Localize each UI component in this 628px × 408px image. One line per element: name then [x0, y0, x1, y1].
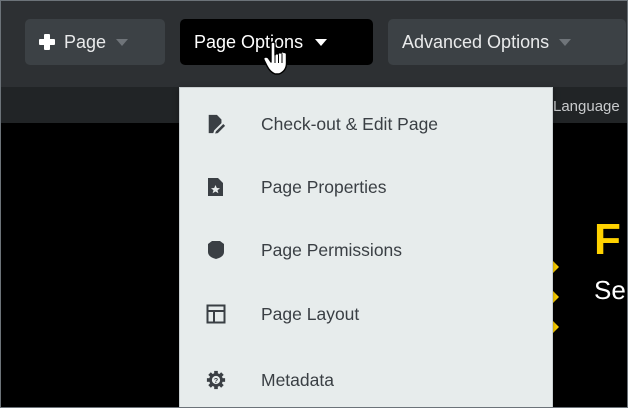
menu-item-label: Page Properties	[261, 176, 387, 197]
chevron-down-icon	[116, 38, 129, 46]
menu-item-page-layout[interactable]: Page Layout	[180, 284, 552, 344]
menu-item-label: Page Permissions	[261, 239, 403, 260]
menu-item-label: Metadata	[261, 369, 334, 390]
page-properties-icon	[206, 177, 226, 197]
menu-item-page-properties[interactable]: Page Properties	[180, 157, 552, 217]
language-selector[interactable]: Language	[553, 98, 620, 115]
chevron-down-icon	[559, 38, 572, 46]
chevron-down-icon	[315, 38, 328, 46]
plus-icon	[39, 34, 55, 50]
page-options-dropdown: Check-out & Edit Page Page Properties Pa…	[179, 87, 553, 407]
menu-item-label: Check-out & Edit Page	[261, 113, 439, 134]
svg-text:?: ?	[214, 376, 219, 385]
advanced-options-label: Advanced Options	[402, 31, 550, 52]
advanced-options-button[interactable]: Advanced Options	[388, 19, 626, 65]
edit-page-icon	[206, 114, 226, 134]
hand-cursor-icon	[263, 41, 288, 75]
menu-item-label: Page Layout	[261, 303, 360, 324]
layout-icon	[206, 304, 226, 324]
banner-headline: F	[594, 215, 621, 264]
add-page-button[interactable]: Page	[25, 19, 165, 65]
menu-item-page-permissions[interactable]: Page Permissions	[180, 220, 552, 280]
banner-subheadline: Se	[594, 275, 626, 305]
add-page-label: Page	[64, 31, 107, 52]
menu-item-metadata[interactable]: ? Metadata	[180, 350, 552, 407]
app-frame: Page Page Options Advanced Options Langu…	[0, 0, 628, 408]
page-toolbar: Page Page Options Advanced Options	[1, 1, 627, 87]
shield-icon	[206, 240, 226, 260]
metadata-gear-icon: ?	[206, 370, 226, 390]
menu-item-checkout-edit[interactable]: Check-out & Edit Page	[180, 94, 552, 154]
